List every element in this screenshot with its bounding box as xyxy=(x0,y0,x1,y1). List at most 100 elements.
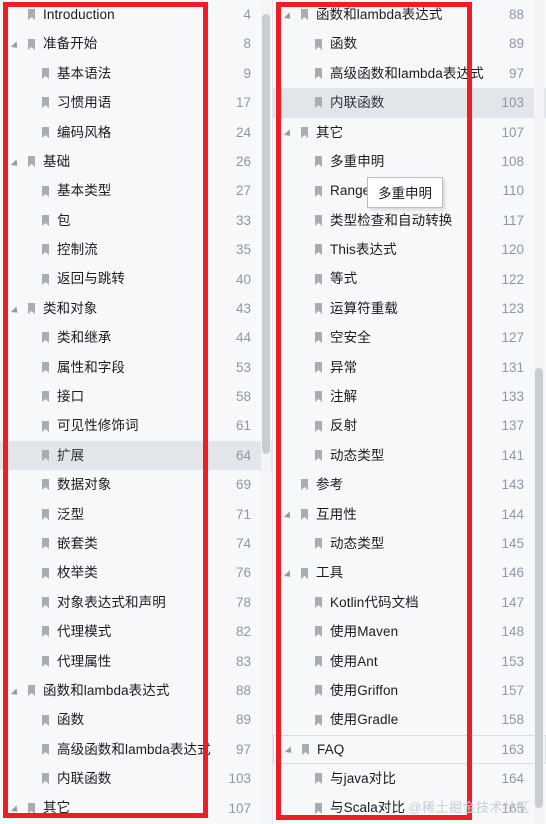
page-number: 61 xyxy=(235,418,251,434)
page-number: 97 xyxy=(235,741,251,757)
page-number: 133 xyxy=(501,389,524,405)
bookmark-icon xyxy=(25,8,38,21)
toc-item-label: 动态类型 xyxy=(330,535,385,551)
page-number: 144 xyxy=(501,506,524,522)
outline-panel-right: 函数和lambda表达式 函数 高级函数和lambda表达式 内联函数 其它 多重申明 Ra… xyxy=(273,0,546,824)
toc-item-label: 异常 xyxy=(330,359,358,375)
page-number: 76 xyxy=(235,565,251,581)
page-number: 40 xyxy=(235,271,251,287)
page-number: 71 xyxy=(235,506,251,522)
toc-item-label: 反射 xyxy=(330,418,358,434)
page-number: 9 xyxy=(243,65,251,81)
bookmark-icon xyxy=(299,743,312,756)
toc-item-label: 习惯用语 xyxy=(57,95,112,111)
bookmark-icon xyxy=(39,185,52,198)
chevron-down-icon[interactable] xyxy=(11,147,25,176)
chevron-down-icon[interactable] xyxy=(284,500,298,529)
toc-item-label: 内联函数 xyxy=(57,771,112,787)
page-number: 145 xyxy=(501,536,524,552)
page-number: 163 xyxy=(501,741,524,757)
bookmark-icon xyxy=(39,390,52,403)
bookmark-icon xyxy=(312,302,325,315)
page-number: 107 xyxy=(228,800,251,816)
toc-item-label: 使用Ant xyxy=(330,653,378,669)
chevron-down-icon[interactable] xyxy=(284,0,298,29)
chevron-down-icon[interactable] xyxy=(284,118,298,147)
bookmark-icon xyxy=(39,420,52,433)
bookmark-icon xyxy=(312,38,325,51)
bookmark-icon xyxy=(39,67,52,80)
toc-item-label: 参考 xyxy=(316,477,344,493)
page-number: 117 xyxy=(502,212,524,228)
bookmark-icon xyxy=(298,8,311,21)
page-number: 137 xyxy=(501,418,524,434)
chevron-down-icon[interactable] xyxy=(11,294,25,323)
chevron-down-icon[interactable] xyxy=(284,558,298,587)
chevron-down-icon[interactable] xyxy=(285,736,299,763)
toc-item-label: Introduction xyxy=(43,6,115,22)
bookmark-icon xyxy=(39,625,52,638)
toc-item-label: 注解 xyxy=(330,389,358,405)
scrollbar-left[interactable] xyxy=(261,0,271,824)
toc-item-label: This表达式 xyxy=(330,242,397,258)
toc-item-label: 互用性 xyxy=(316,506,357,522)
bookmark-icon xyxy=(312,420,325,433)
chevron-down-icon[interactable] xyxy=(11,29,25,58)
scrollbar-thumb-right[interactable] xyxy=(535,368,543,808)
bookmark-icon xyxy=(39,772,52,785)
page-number: 74 xyxy=(235,536,251,552)
scrollbar-thumb-left[interactable] xyxy=(262,14,270,454)
bookmark-icon xyxy=(312,331,325,344)
page-number: 148 xyxy=(501,624,524,640)
bookmark-icon xyxy=(298,567,311,580)
bookmark-icon xyxy=(312,273,325,286)
toc-item-label: 高级函数和lambda表达式 xyxy=(57,741,211,757)
page-number: 108 xyxy=(501,153,524,169)
toc-item-label: 类和对象 xyxy=(43,300,98,316)
chevron-down-icon[interactable] xyxy=(11,794,25,823)
page-number: 103 xyxy=(482,88,528,118)
toc-item-label: 使用Griffon xyxy=(330,682,399,698)
toc-item-label: 函数和lambda表达式 xyxy=(43,682,170,698)
toc-item-label: 基础 xyxy=(43,153,71,169)
toc-item-label: 代理模式 xyxy=(57,624,112,640)
page-number: 17 xyxy=(235,95,251,111)
bookmark-icon xyxy=(39,214,52,227)
scrollbar-right[interactable] xyxy=(534,0,544,824)
pdf-outline-screen: Introduction 准备开始 基本语法 习惯用语 编码风格 基础 基本类型包控制流 返回… xyxy=(0,0,546,824)
page-number: 89 xyxy=(235,712,251,728)
page-number: 153 xyxy=(501,653,524,669)
chevron-down-icon[interactable] xyxy=(11,676,25,705)
toc-item-label: 包 xyxy=(57,212,71,228)
toc-item-label: 其它 xyxy=(316,124,344,140)
toc-item-label: 与Scala对比 xyxy=(330,800,406,816)
page-number: 83 xyxy=(235,653,251,669)
page-number: 43 xyxy=(235,300,251,316)
bookmark-icon xyxy=(25,155,38,168)
toc-item-label: 函数 xyxy=(57,712,85,728)
panel-divider xyxy=(272,0,273,824)
bookmark-icon xyxy=(39,449,52,462)
page-number-column-right: 88 89 97 103 107 108 110 117 120 122 123 127 131 133 1… xyxy=(482,0,528,823)
bookmark-icon xyxy=(25,684,38,697)
toc-item-label: 基本类型 xyxy=(57,183,112,199)
toc-item-label: 其它 xyxy=(43,800,71,816)
